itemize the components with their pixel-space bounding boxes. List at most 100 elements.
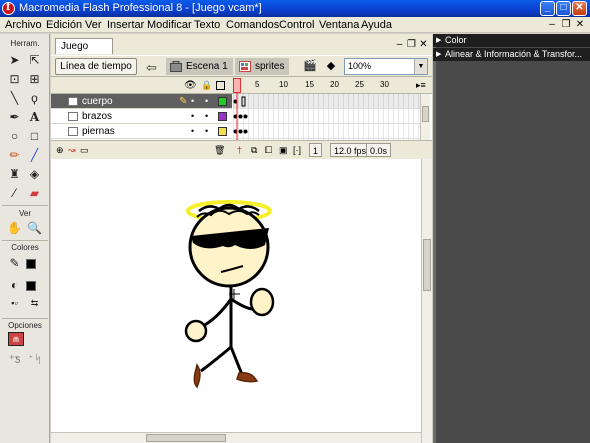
free-transform-tool-icon[interactable]: ⊡ (6, 71, 23, 88)
menu-comandos[interactable]: Comandos (226, 18, 279, 32)
insert-folder-icon[interactable]: ▭ (80, 143, 89, 157)
pencil-tool-icon[interactable]: ✏ (6, 147, 23, 164)
stage-horizontal-scrollbar[interactable] (51, 432, 421, 443)
movieclip-icon (239, 61, 251, 72)
back-arrow-icon[interactable]: ⇦ (146, 60, 157, 76)
insert-layer-icon[interactable]: ⊕ (56, 143, 64, 157)
eraser-tool-icon[interactable]: ▰ (26, 185, 43, 202)
swap-colors-icon[interactable]: ⇆ (26, 295, 43, 312)
dock-splitter[interactable] (433, 34, 436, 443)
menu-control[interactable]: Control (279, 18, 314, 32)
timeline-vertical-scrollbar[interactable] (420, 94, 430, 140)
layer-row-brazos[interactable]: brazos • • (51, 109, 232, 124)
doc-minimize-button[interactable]: – (546, 18, 558, 31)
brush-tool-icon[interactable]: ╱ (26, 147, 43, 164)
doc-close-button[interactable]: ✕ (574, 18, 586, 31)
menu-ayuda[interactable]: Ayuda (361, 18, 392, 32)
stroke-color-icon[interactable]: ✎ (6, 255, 23, 272)
subselection-tool-icon[interactable]: ⇱ (26, 52, 43, 69)
close-button[interactable]: ✕ (572, 1, 587, 16)
ink-bottle-tool-icon[interactable]: ♜ (6, 166, 23, 183)
document-tab[interactable]: Juego vcam* (55, 38, 113, 67)
layer-row-cuerpo[interactable]: cuerpo ✎ • • (51, 94, 232, 109)
frame-grid[interactable] (233, 94, 420, 140)
menu-ventana[interactable]: Ventana (319, 18, 359, 32)
onion-skin-icon[interactable]: ⧉ (251, 143, 257, 157)
menu-insertar[interactable]: Insertar (107, 18, 144, 32)
playhead[interactable] (233, 78, 241, 140)
black-white-icon[interactable]: ▪▫ (6, 295, 23, 312)
stage-vertical-scrollbar[interactable] (421, 159, 432, 443)
visibility-dot[interactable]: • (191, 94, 194, 109)
layer-color-swatch[interactable] (218, 112, 227, 121)
menu-ver[interactable]: Ver (85, 18, 102, 32)
oval-tool-icon[interactable]: ○ (6, 128, 23, 145)
stickman-drawing[interactable] (51, 159, 421, 432)
eyedropper-tool-icon[interactable]: ⁄ (6, 185, 23, 202)
center-frame-icon[interactable]: † (237, 143, 242, 157)
zoom-value: 100% (348, 61, 372, 71)
line-tool-icon[interactable]: ╲ (6, 90, 23, 107)
stroke-color-swatch[interactable] (26, 259, 36, 269)
elapsed-time: 0.0s (366, 143, 392, 157)
doc-panel-close-icon[interactable]: ✕ (418, 39, 429, 50)
breadcrumb-symbol[interactable]: sprites (235, 58, 290, 75)
doc-restore-button[interactable]: ❐ (560, 18, 572, 31)
scroll-thumb[interactable] (423, 239, 431, 291)
stage[interactable] (51, 159, 432, 443)
scene-icon (170, 61, 182, 72)
outline-icon[interactable] (216, 81, 225, 90)
doc-panel-restore-icon[interactable]: ❐ (406, 39, 417, 50)
breadcrumb-scene[interactable]: Escena 1 (166, 58, 233, 75)
paint-bucket-tool-icon[interactable]: ◈ (26, 166, 43, 183)
menu-archivo[interactable]: Archivo (5, 18, 42, 32)
frame-number: 10 (279, 80, 288, 89)
straighten-option-icon[interactable]: ⁺ᛋ (26, 351, 43, 368)
align-info-panel-header[interactable]: ▶ Alinear & Información & Transfor... (433, 48, 590, 61)
zoom-select[interactable]: 100% ▼ (344, 58, 428, 75)
minimize-button[interactable]: _ (540, 1, 555, 16)
maximize-button[interactable]: □ (556, 1, 571, 16)
scroll-thumb[interactable] (146, 434, 226, 442)
fill-color-swatch[interactable] (26, 281, 36, 291)
pen-tool-icon[interactable]: ✒ (6, 109, 23, 126)
visibility-dot[interactable]: • (191, 124, 194, 139)
fill-transform-tool-icon[interactable]: ⊞ (26, 71, 43, 88)
onion-outline-icon[interactable]: ⧠ (265, 143, 272, 157)
menu-texto[interactable]: Texto (194, 18, 220, 32)
layer-row-piernas[interactable]: piernas • • (51, 124, 232, 139)
lock-dot[interactable]: • (205, 109, 208, 124)
snap-to-objects-icon[interactable]: ⋒ (8, 332, 24, 346)
menu-modificar[interactable]: Modificar (147, 18, 192, 32)
delete-layer-icon[interactable]: 🗑 (214, 143, 225, 157)
edit-scene-icon[interactable]: 🎬 (302, 59, 318, 74)
text-tool-icon[interactable]: A (26, 109, 43, 126)
layer-color-swatch[interactable] (218, 97, 227, 106)
smooth-option-icon[interactable]: ⁺ƽ (6, 351, 23, 368)
breadcrumb-scene-label: Escena 1 (186, 61, 228, 72)
timeline-toggle-button[interactable]: Línea de tiempo (55, 58, 137, 75)
visibility-dot[interactable]: • (191, 109, 194, 124)
lock-icon[interactable]: 🔒 (201, 80, 212, 91)
frame-rate[interactable]: 12.0 fps (330, 143, 371, 157)
fill-color-icon[interactable]: ◐ (6, 277, 23, 294)
eye-icon[interactable]: 👁 (184, 80, 197, 91)
edit-multiple-frames-icon[interactable]: ▣ (279, 143, 288, 157)
add-motion-guide-icon[interactable]: ↝ (68, 143, 76, 157)
lock-dot[interactable]: • (205, 94, 208, 109)
hand-tool-icon[interactable]: ✋ (6, 220, 23, 237)
rectangle-tool-icon[interactable]: □ (26, 128, 43, 145)
menu-edicion[interactable]: Edición (46, 18, 82, 32)
lasso-tool-icon[interactable]: ϙ (26, 90, 43, 107)
lock-dot[interactable]: • (205, 124, 208, 139)
edit-symbols-icon[interactable]: ◆ (323, 59, 339, 74)
zoom-tool-icon[interactable]: 🔍 (26, 220, 43, 237)
chevron-down-icon[interactable]: ▼ (414, 59, 427, 74)
timeline-menu-icon[interactable]: ▸≡ (416, 80, 426, 91)
doc-panel-minimize-icon[interactable]: – (394, 39, 405, 50)
layer-color-swatch[interactable] (218, 127, 227, 136)
modify-onion-markers-icon[interactable]: [·] (293, 143, 301, 157)
scroll-thumb[interactable] (422, 106, 429, 122)
color-panel-header[interactable]: ▶ Color (433, 34, 590, 47)
selection-tool-icon[interactable]: ➤ (6, 52, 23, 69)
